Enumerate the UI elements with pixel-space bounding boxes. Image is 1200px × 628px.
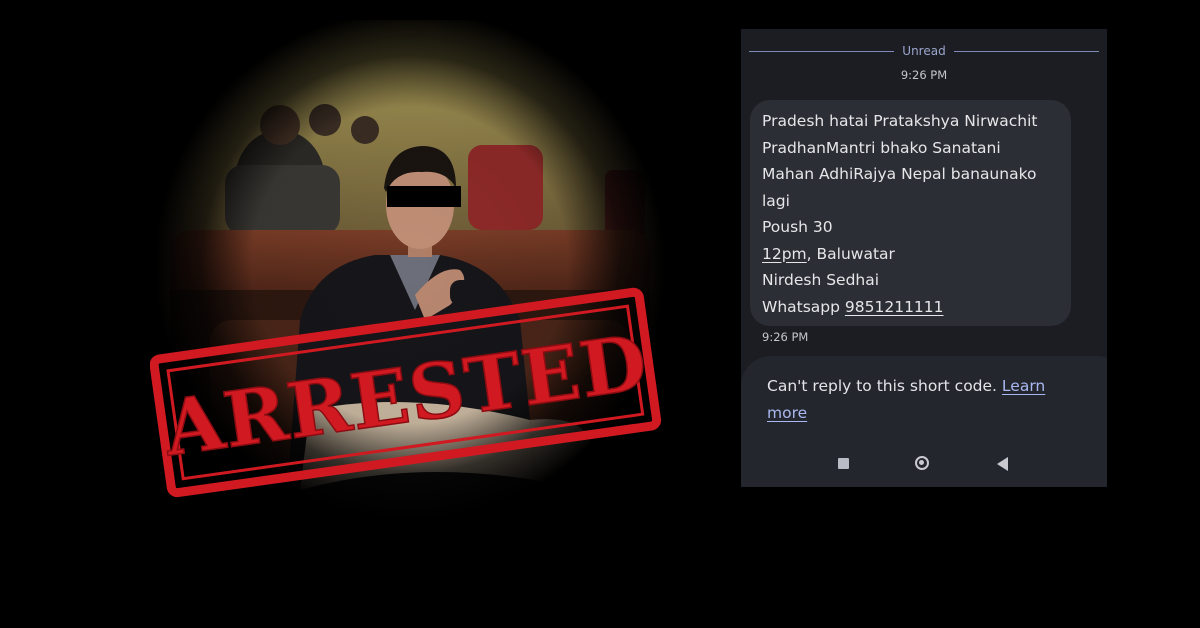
reply-notice-text: Can't reply to this short code. [767, 377, 1002, 395]
message-line: Pradesh hatai Pratakshya Nirwachit [762, 112, 1038, 130]
message-line: Poush 30 [762, 218, 833, 236]
divider-line-left [749, 51, 894, 52]
reply-notice: Can't reply to this short code. Learn mo… [767, 373, 1077, 427]
recents-square-icon[interactable] [838, 458, 849, 469]
android-nav-bar [741, 449, 1107, 479]
unread-label: Unread [902, 44, 946, 58]
message-bubble[interactable]: Pradesh hatai Pratakshya Nirwachit Pradh… [750, 100, 1071, 326]
place-text: , Baluwatar [806, 244, 895, 263]
phone-number-link[interactable]: 9851211111 [845, 298, 944, 316]
message-line: PradhanMantri bhako Sanatani [762, 138, 1001, 157]
sms-screenshot: Unread 9:26 PM Pradesh hatai Pratakshya … [741, 29, 1107, 487]
message-line-whatsapp: Whatsapp 9851211111 [762, 294, 1059, 321]
message-timestamp-top: 9:26 PM [900, 68, 948, 82]
whatsapp-label: Whatsapp [762, 297, 845, 316]
message-timestamp-bottom: 9:26 PM [762, 330, 809, 344]
back-triangle-icon[interactable] [997, 457, 1008, 471]
photo-illustration: ARRESTED [150, 20, 670, 520]
divider-line-right [954, 51, 1099, 52]
home-circle-icon[interactable] [915, 456, 929, 470]
message-line: lagi [762, 191, 790, 210]
time-link[interactable]: 12pm [762, 245, 807, 263]
news-photo: ARRESTED [150, 20, 670, 520]
sender-name: Nirdesh Sedhai [762, 271, 880, 289]
message-line-time-place: 12pm, Baluwatar [762, 241, 1059, 268]
message-line: Mahan AdhiRajya Nepal banaunako [762, 165, 1037, 183]
unread-divider: Unread [749, 43, 1099, 59]
